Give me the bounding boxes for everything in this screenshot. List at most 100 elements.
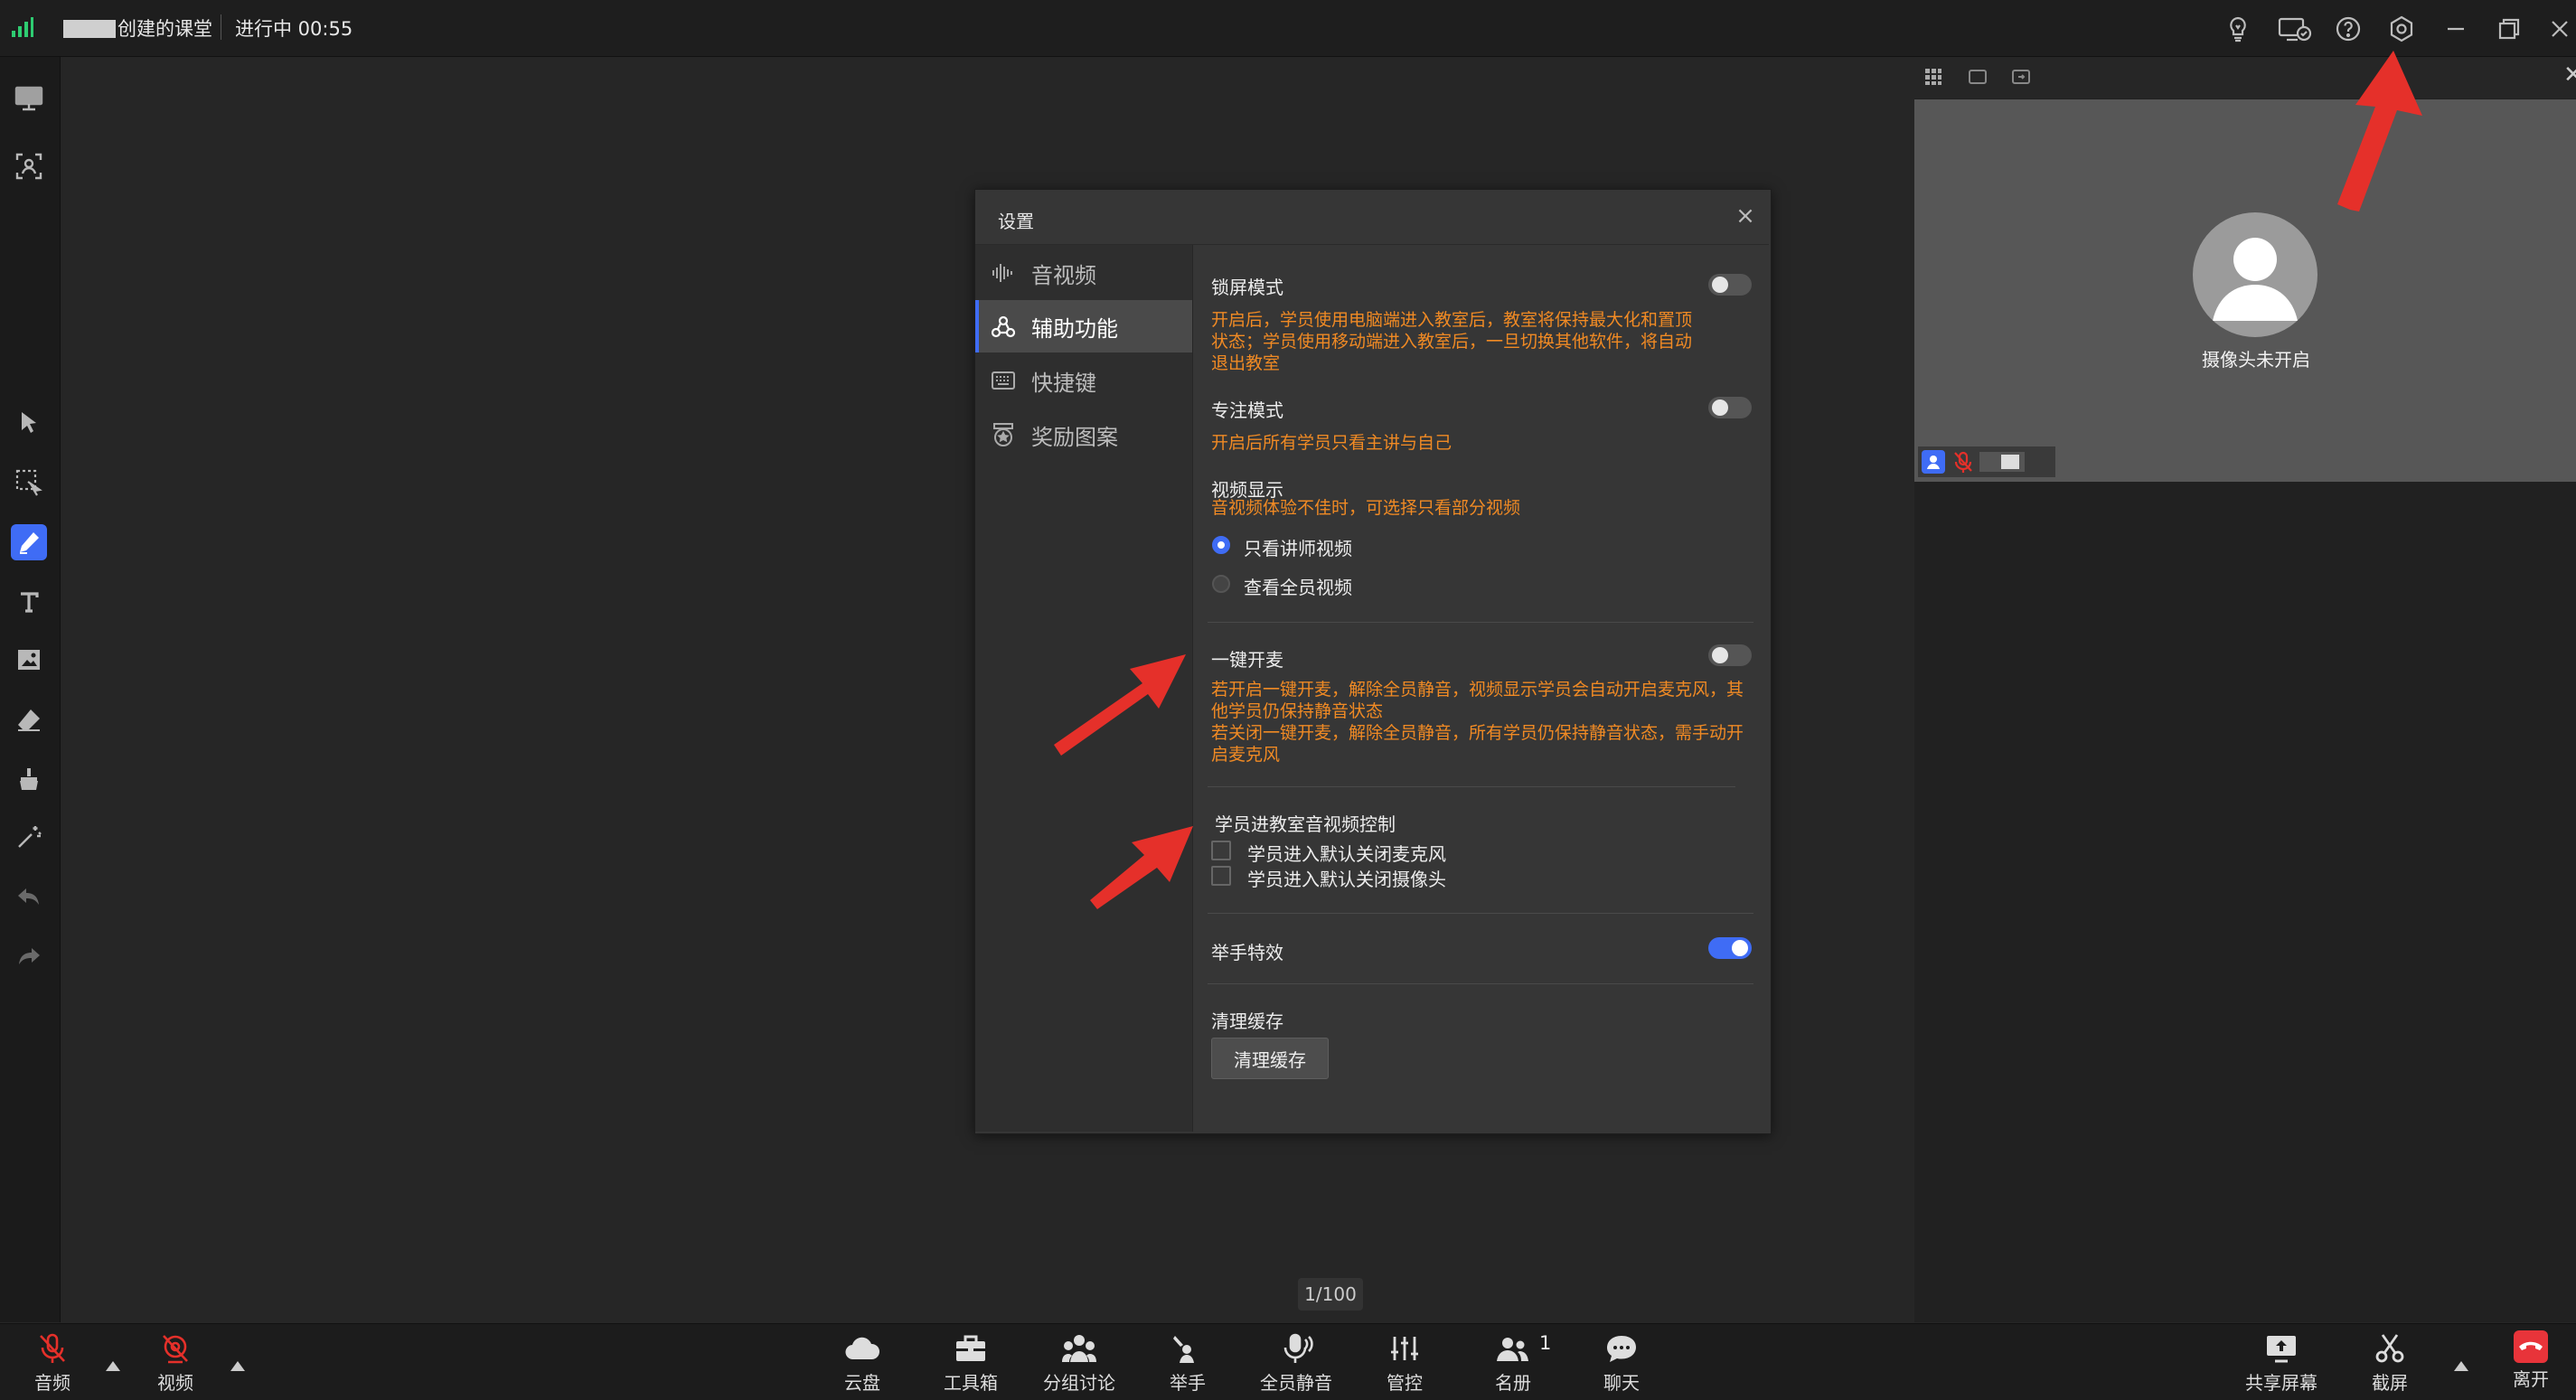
hangup-icon [2514, 1330, 2548, 1363]
one-key-mic-toggle[interactable] [1708, 644, 1752, 666]
audio-options-caret[interactable] [106, 1361, 120, 1371]
eraser-icon[interactable] [11, 701, 47, 738]
raise-hand-button[interactable]: 举手 [1142, 1330, 1233, 1395]
share-screen-label: 共享屏幕 [2245, 1372, 2317, 1394]
checkbox-mute-mic-on-entry[interactable] [1211, 841, 1231, 860]
room-name-text: 创建的课堂 [118, 18, 212, 40]
one-key-mic-desc-off: 若关闭一键开麦，解除全员静音，所有学员仍保持静音状态，需手动开启麦克风 [1211, 723, 1744, 765]
close-icon[interactable] [2545, 14, 2574, 43]
group-icon [1061, 1330, 1097, 1367]
camera-off-icon [157, 1330, 193, 1367]
camera-off-text: 摄像头未开启 [2202, 349, 2310, 371]
nav-item-reward[interactable]: 奖励图案 [975, 409, 1192, 461]
lock-screen-desc: 开启后，学员使用电脑端进入教室后，教室将保持最大化和置顶状态；学员使用移动端进入… [1211, 310, 1693, 373]
bulb-icon[interactable] [2223, 14, 2252, 43]
video-button[interactable]: 视频 [130, 1330, 221, 1395]
toolbox-icon [953, 1330, 989, 1367]
audio-button[interactable]: 音频 [7, 1330, 98, 1395]
leave-button[interactable]: 离开 [2486, 1330, 2576, 1395]
checkbox-mute-mic-label: 学员进入默认关闭麦克风 [1247, 843, 1446, 865]
clear-icon[interactable] [11, 761, 47, 797]
title-bar [0, 0, 2576, 57]
restore-icon[interactable] [2495, 14, 2524, 43]
section-divider [1208, 913, 1753, 914]
radio-teacher-only-label: 只看讲师视频 [1244, 538, 1352, 559]
cloud-disk-button[interactable]: 云盘 [817, 1330, 907, 1395]
select-icon[interactable] [11, 405, 47, 441]
video-options-caret[interactable] [230, 1361, 245, 1371]
help-icon[interactable] [2334, 14, 2363, 43]
whiteboard-toolbar [0, 57, 61, 1322]
page-indicator: 1/100 [1298, 1278, 1363, 1311]
switch-view-icon[interactable] [2010, 67, 2032, 87]
text-icon[interactable] [11, 584, 47, 620]
audio-video-icon [990, 259, 1017, 287]
whiteboard-icon[interactable] [11, 80, 47, 116]
chat-label: 聊天 [1603, 1372, 1640, 1394]
section-divider [1208, 983, 1753, 984]
pen-icon[interactable] [11, 524, 47, 560]
laser-icon[interactable] [11, 819, 47, 855]
cloud-icon [844, 1330, 880, 1367]
checkbox-camera-off-label: 学员进入默认关闭摄像头 [1247, 869, 1446, 890]
minimize-icon[interactable] [2441, 14, 2470, 43]
nav-label: 奖励图案 [1031, 424, 1118, 450]
redacted-username [1979, 452, 2025, 472]
nav-item-assist[interactable]: 辅助功能 [975, 300, 1192, 352]
chat-button[interactable]: 聊天 [1576, 1330, 1667, 1395]
member-video-icon[interactable] [11, 148, 47, 184]
video-label: 视频 [157, 1372, 193, 1394]
leave-label: 离开 [2513, 1368, 2549, 1390]
screenshot-options-caret[interactable] [2454, 1361, 2468, 1371]
nav-item-audio-video[interactable]: 音视频 [975, 247, 1192, 299]
entry-av-control-label: 学员进教室音视频控制 [1215, 813, 1396, 835]
redo-icon[interactable] [11, 938, 47, 974]
section-divider [1208, 622, 1753, 623]
box-select-icon[interactable] [11, 465, 47, 501]
breakout-button[interactable]: 分组讨论 [1034, 1330, 1124, 1395]
signal-icon [11, 16, 34, 38]
raise-hand-effect-toggle[interactable] [1708, 937, 1752, 959]
focus-mode-toggle[interactable] [1708, 397, 1752, 418]
chat-icon [1603, 1330, 1640, 1367]
screenshot-button[interactable]: 截屏 [2345, 1330, 2435, 1395]
mute-all-icon [1278, 1330, 1314, 1367]
mute-all-label: 全员静音 [1260, 1372, 1332, 1394]
group-label: 分组讨论 [1043, 1372, 1115, 1394]
radio-all-members[interactable] [1212, 575, 1230, 593]
clear-cache-button[interactable]: 清理缓存 [1211, 1038, 1329, 1079]
radio-teacher-only[interactable] [1212, 536, 1230, 554]
dialog-close-icon[interactable]: × [1734, 204, 1757, 228]
mic-off-icon [34, 1330, 71, 1367]
image-icon[interactable] [11, 642, 47, 678]
focus-mode-label: 专注模式 [1211, 399, 1283, 421]
cloud-label: 云盘 [844, 1372, 880, 1394]
device-check-icon[interactable] [2278, 14, 2312, 43]
video-display-desc: 音视频体验不佳时，可选择只看部分视频 [1211, 498, 1521, 518]
toolbox-button[interactable]: 工具箱 [926, 1330, 1016, 1395]
one-key-mic-desc-on: 若开启一键开麦，解除全员静音，视频显示学员会自动开启麦克风，其他学员仍保持静音状… [1211, 680, 1744, 721]
lock-screen-toggle[interactable] [1708, 274, 1752, 296]
panel-close-icon[interactable]: ✕ [2563, 63, 2576, 87]
host-icon [1922, 450, 1945, 474]
avatar [2193, 212, 2317, 337]
undo-icon[interactable] [11, 879, 47, 915]
nav-item-shortcuts[interactable]: 快捷键 [975, 354, 1192, 407]
dialog-title: 设置 [998, 211, 1034, 232]
speaker-view-icon[interactable] [1967, 67, 1988, 87]
settings-icon[interactable] [2387, 14, 2416, 43]
mic-off-icon [1952, 450, 1974, 474]
keyboard-icon [990, 367, 1017, 394]
control-button[interactable]: 管控 [1359, 1330, 1450, 1395]
share-screen-button[interactable]: 共享屏幕 [2236, 1330, 2327, 1395]
checkbox-camera-off-on-entry[interactable] [1211, 866, 1231, 886]
raise-hand-icon [1170, 1330, 1206, 1367]
grid-view-icon[interactable] [1923, 67, 1943, 87]
audio-label: 音频 [34, 1372, 71, 1394]
lock-screen-label: 锁屏模式 [1211, 277, 1283, 298]
radio-all-members-label: 查看全员视频 [1244, 577, 1352, 598]
raise-hand-effect-label: 举手特效 [1211, 942, 1283, 963]
roster-icon [1495, 1330, 1531, 1367]
raise-hand-label: 举手 [1170, 1372, 1206, 1394]
mute-all-button[interactable]: 全员静音 [1251, 1330, 1341, 1395]
